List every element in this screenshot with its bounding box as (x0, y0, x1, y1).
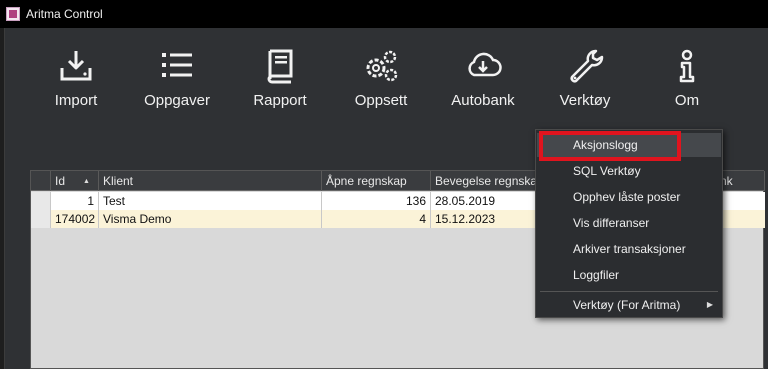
submenu-arrow-icon: ▶ (706, 300, 713, 309)
cell-bevegelse-regnskap: 28.05.2019 (431, 192, 551, 210)
cell-bevegelse-regnskap: 15.12.2023 (431, 210, 551, 228)
book-icon (267, 49, 293, 84)
download-tray-icon (60, 51, 92, 81)
oppsett-button[interactable]: Oppsett (333, 46, 429, 116)
wrench-icon (570, 49, 604, 83)
row-selector[interactable] (31, 210, 51, 228)
menu-item-verktoy-for-aritma[interactable]: Verktøy (For Aritma) ▶ (537, 293, 721, 317)
menu-item-vis-differanser[interactable]: Vis differanser (537, 211, 721, 235)
cell-apne-regnskap: 4 (322, 210, 431, 228)
import-label: Import (54, 92, 98, 109)
menu-item-arkiver-transaksjoner[interactable]: Arkiver transaksjoner (537, 237, 721, 261)
cell-id: 174002 (51, 210, 99, 228)
menu-item-loggfiler[interactable]: Loggfiler (537, 263, 721, 287)
menu-separator (540, 291, 718, 292)
column-header-id[interactable]: Id ▲ (51, 171, 99, 191)
info-icon (679, 49, 695, 83)
cloud-download-icon (468, 52, 502, 77)
menu-item-sql-verktoy[interactable]: SQL Verktøy (537, 159, 721, 183)
cell-apne-regnskap: 136 (322, 192, 431, 210)
oppsett-label: Oppsett (354, 92, 408, 109)
list-icon (162, 53, 192, 77)
app-icon (6, 7, 20, 21)
om-button[interactable]: Om (639, 46, 735, 116)
oppgaver-label: Oppgaver (144, 92, 210, 109)
row-selector[interactable] (31, 192, 51, 210)
autobank-button[interactable]: Autobank (435, 46, 531, 116)
column-header-klient[interactable]: Klient (99, 171, 322, 191)
toolbar: Import Oppgaver Rapport Oppsett Autobank… (5, 28, 768, 128)
cell-klient: Test (99, 192, 322, 210)
column-header-apne-regnskap[interactable]: Åpne regnskap (322, 171, 431, 191)
gears-icon (366, 50, 398, 82)
sort-ascending-icon: ▲ (83, 177, 90, 185)
cell-id: 1 (51, 192, 99, 210)
verktoy-label: Verktøy (559, 92, 611, 109)
highlight-box (539, 131, 681, 161)
oppgaver-button[interactable]: Oppgaver (129, 46, 225, 116)
row-header-corner (31, 171, 51, 191)
verktoy-button[interactable]: Verktøy (537, 46, 633, 116)
rapport-button[interactable]: Rapport (232, 46, 328, 116)
cell-klient: Visma Demo (99, 210, 322, 228)
rapport-label: Rapport (253, 92, 307, 109)
import-button[interactable]: Import (28, 46, 124, 116)
title-bar: Aritma Control (0, 0, 768, 28)
column-header-bevegelse-regnskap[interactable]: Bevegelse regnskap (431, 171, 551, 191)
autobank-label: Autobank (451, 92, 515, 109)
menu-item-opphev-laste-poster[interactable]: Opphev låste poster (537, 185, 721, 209)
window-title: Aritma Control (26, 7, 103, 21)
submenu-label: Verktøy (For Aritma) (573, 298, 681, 312)
om-label: Om (674, 92, 700, 109)
